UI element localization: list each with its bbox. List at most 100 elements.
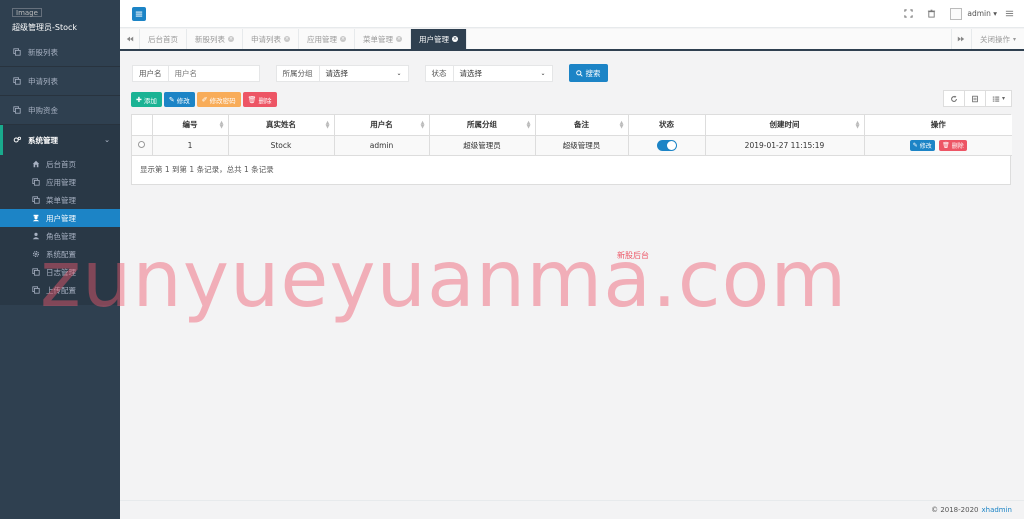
list-icon (972, 95, 978, 102)
plus-icon: ✚ (136, 95, 142, 104)
sidebar-item-menu-management[interactable]: 菜单管理 (0, 191, 120, 209)
tab-app-management[interactable]: 应用管理 × (299, 29, 355, 49)
close-icon[interactable]: × (284, 36, 290, 42)
group-filter-label: 所属分组 (276, 65, 320, 81)
copy-icon (12, 47, 22, 57)
cell-actions: ✎ 修改 🗑 删除 (864, 135, 1012, 156)
sidebar-item-application-list[interactable]: 申请列表 (0, 67, 120, 96)
trash-icon[interactable] (927, 9, 936, 18)
sort-icon: ▲ ▼ (526, 120, 531, 130)
fullscreen-icon[interactable] (904, 9, 913, 18)
column-header-remark[interactable]: 备注 ▲ ▼ (535, 115, 629, 136)
close-operations-label: 关闭操作 (979, 34, 1010, 44)
row-select-radio[interactable] (138, 140, 146, 148)
column-header-real-name[interactable]: 真实姓名 ▲ ▼ (228, 115, 335, 136)
table-row[interactable]: 1 Stock admin 超级管理员 超级管理员 2019-01-27 11:… (132, 135, 1012, 156)
sidebar-item-label: 菜单管理 (46, 195, 76, 205)
cell-username: admin (334, 135, 430, 156)
columns-dropdown-button[interactable]: ▾ (985, 90, 1012, 107)
tab-menu-management[interactable]: 菜单管理 × (355, 29, 411, 49)
table-header-row: 编号 ▲ ▼ 真实姓名 ▲ ▼ 用户名 ▲ ▼ 所属分组 ▲ ▼ 备注 ▲ ▼ 状态 创建时间 ▲ ▼ … (132, 115, 1012, 136)
tabs-scroll-right-button[interactable] (950, 29, 971, 49)
sidebar-item-new-stock-list[interactable]: 新股列表 (0, 38, 120, 67)
sidebar-item-subscription-funds[interactable]: 申购资金 (0, 96, 120, 125)
column-header-status: 状态 (628, 115, 706, 136)
menu-toggle-button[interactable] (132, 6, 146, 21)
close-icon[interactable]: × (340, 36, 346, 42)
caret-down-icon: ▾ (1001, 95, 1005, 102)
username-input[interactable] (168, 65, 259, 81)
row-delete-button[interactable]: 🗑 删除 (939, 139, 967, 151)
tab-user-management[interactable]: 用户管理 × (411, 29, 467, 49)
status-toggle[interactable] (656, 139, 677, 151)
row-edit-button[interactable]: ✎ 修改 (909, 139, 935, 151)
column-header-username[interactable]: 用户名 ▲ ▼ (334, 115, 430, 136)
cell-id: 1 (152, 135, 229, 156)
username-filter-label: 用户名 (133, 65, 169, 81)
sidebar-item-label: 申请列表 (28, 76, 58, 86)
toggle-view-button[interactable] (964, 90, 986, 107)
copy-icon (12, 105, 22, 115)
chevron-down-icon: ⌄ (396, 69, 402, 77)
tab-new-stock-list[interactable]: 新股列表 × (187, 29, 243, 49)
sidebar-item-label: 后台首页 (46, 159, 76, 169)
column-header-label: 所属分组 (467, 120, 497, 130)
change-password-button-label: 修改密码 (209, 96, 236, 105)
status-select-value: 请选择 (459, 68, 483, 78)
user-menu[interactable]: admin ▾ (967, 9, 997, 18)
search-form: 用户名 所属分组 请选择 ⌄ 状态 请选择 ⌄ 搜索 (132, 64, 608, 82)
list-menu-icon[interactable] (1005, 9, 1014, 18)
sidebar-item-label: 用户管理 (46, 213, 76, 223)
sidebar-group-system-toggle[interactable]: 系统管理 ⌄ (0, 125, 120, 155)
group-select[interactable]: 请选择 ⌄ (320, 68, 408, 79)
watermark: zunyueyuanma.com (40, 235, 848, 325)
cell-remark: 超级管理员 (535, 135, 629, 156)
sidebar-item-dashboard[interactable]: 后台首页 (0, 155, 120, 173)
username-filter: 用户名 (132, 64, 260, 82)
sort-icon: ▲ ▼ (325, 120, 330, 130)
delete-button-label: 删除 (258, 96, 272, 105)
table-tools: ▾ (942, 90, 1012, 107)
user-table: 编号 ▲ ▼ 真实姓名 ▲ ▼ 用户名 ▲ ▼ 所属分组 ▲ ▼ 备注 ▲ ▼ 状态 创建时间 ▲ ▼ … (132, 115, 1012, 156)
sidebar-group-label: 系统管理 (28, 135, 58, 145)
column-header-label: 状态 (659, 120, 674, 130)
close-icon[interactable]: × (396, 36, 402, 42)
edit-button-label: 修改 (176, 96, 190, 105)
tab-application-list[interactable]: 申请列表 × (243, 29, 299, 49)
close-icon[interactable]: × (228, 36, 234, 42)
column-header-id[interactable]: 编号 ▲ ▼ (152, 115, 229, 136)
select-column-header (132, 115, 153, 136)
search-icon (575, 69, 583, 77)
edit-icon: ✎ (912, 141, 918, 149)
delete-button[interactable]: 🗑 删除 (242, 92, 277, 107)
column-header-created-time[interactable]: 创建时间 ▲ ▼ (705, 115, 865, 136)
column-header-label: 创建时间 (769, 120, 800, 130)
sidebar-item-app-management[interactable]: 应用管理 (0, 173, 120, 191)
sort-icon: ▲ ▼ (855, 120, 860, 130)
refresh-icon (951, 95, 957, 102)
change-password-button[interactable]: ✐ 修改密码 (196, 92, 241, 107)
caret-down-icon: ▾ (993, 9, 997, 18)
close-icon[interactable]: × (452, 36, 458, 42)
status-select[interactable]: 请选择 ⌄ (454, 68, 552, 79)
sort-icon: ▲ ▼ (420, 120, 425, 130)
group-filter: 所属分组 请选择 ⌄ (275, 64, 409, 82)
avatar[interactable] (950, 7, 963, 20)
row-select-cell (132, 135, 153, 156)
tab-dashboard[interactable]: 后台首页 (140, 29, 187, 49)
tabs-scroll-left-button[interactable] (120, 29, 140, 49)
column-header-group[interactable]: 所属分组 ▲ ▼ (429, 115, 536, 136)
copy-icon (31, 196, 41, 204)
refresh-button[interactable] (942, 90, 965, 107)
footer-brand-link[interactable]: xhadmin (981, 506, 1012, 514)
add-button[interactable]: ✚ 添加 (131, 92, 162, 107)
bars-icon (135, 11, 143, 17)
home-icon (31, 160, 41, 168)
search-button[interactable]: 搜索 (568, 64, 608, 82)
close-operations-dropdown[interactable]: 关闭操作 ▾ (970, 29, 1024, 49)
edit-button[interactable]: ✎ 修改 (163, 92, 195, 107)
chevron-down-icon: ⌄ (104, 136, 110, 144)
cell-created-time: 2019-01-27 11:15:19 (705, 135, 865, 156)
sidebar-item-user-management[interactable]: 用户管理 (0, 209, 120, 227)
user-table-container: 编号 ▲ ▼ 真实姓名 ▲ ▼ 用户名 ▲ ▼ 所属分组 ▲ ▼ 备注 ▲ ▼ 状态 创建时间 ▲ ▼ … (131, 114, 1012, 185)
